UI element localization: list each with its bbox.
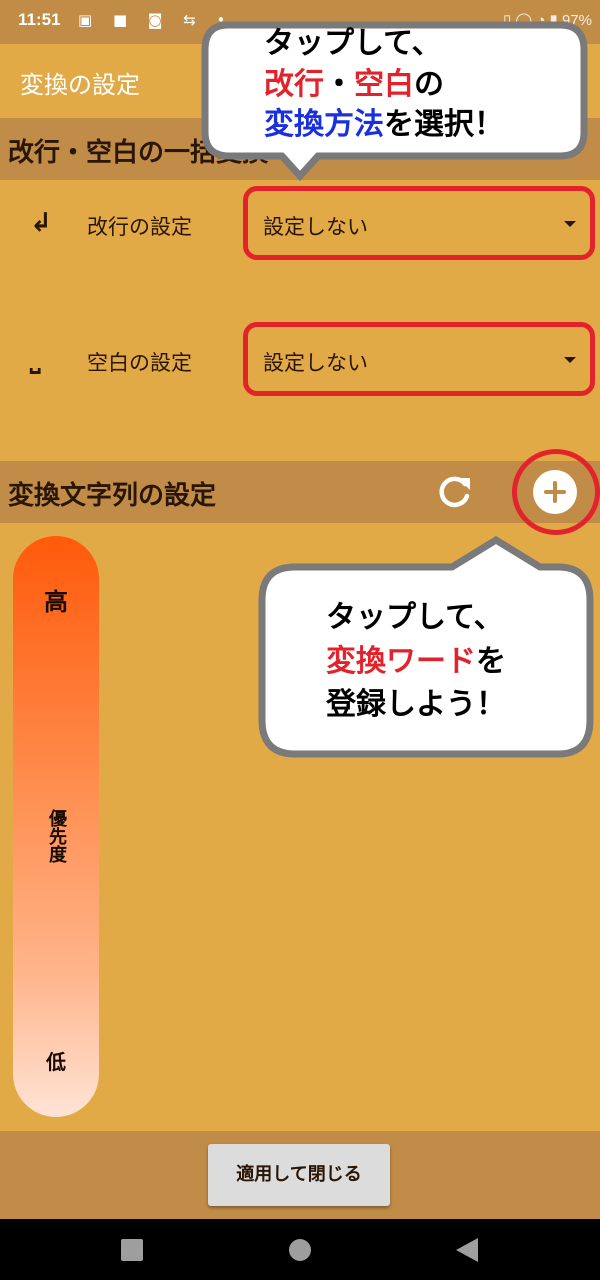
callout-bottom-line2: 変換ワードを [326,640,506,684]
callout-top-line3: 変換方法を選択！ [264,105,504,146]
callout-top-action: を選択！ [384,107,504,142]
callout-top-text: タップして、 改行・空白の 変換方法を選択！ [264,24,504,146]
callout-top-term1: 改行 [264,66,324,102]
callout-bottom-term: 変換ワード [326,643,476,679]
callout-top-term2: 空白 [354,66,414,102]
callout-bottom-text: タップして、 変換ワードを 登録しよう！ [326,596,506,727]
callout-top-line1: タップして、 [264,26,442,61]
callout-bottom-particle: を [476,643,506,679]
callout-top-particle: の [414,66,444,102]
callout-top-line2: 改行・空白の [264,65,504,106]
callout-bubbles [201,21,594,758]
callout-bottom-line1: タップして、 [326,600,504,635]
callout-top-term3: 変換方法 [264,107,384,142]
callout-top-dot: ・ [324,66,354,102]
callout-bottom-line3: 登録しよう！ [326,687,506,722]
